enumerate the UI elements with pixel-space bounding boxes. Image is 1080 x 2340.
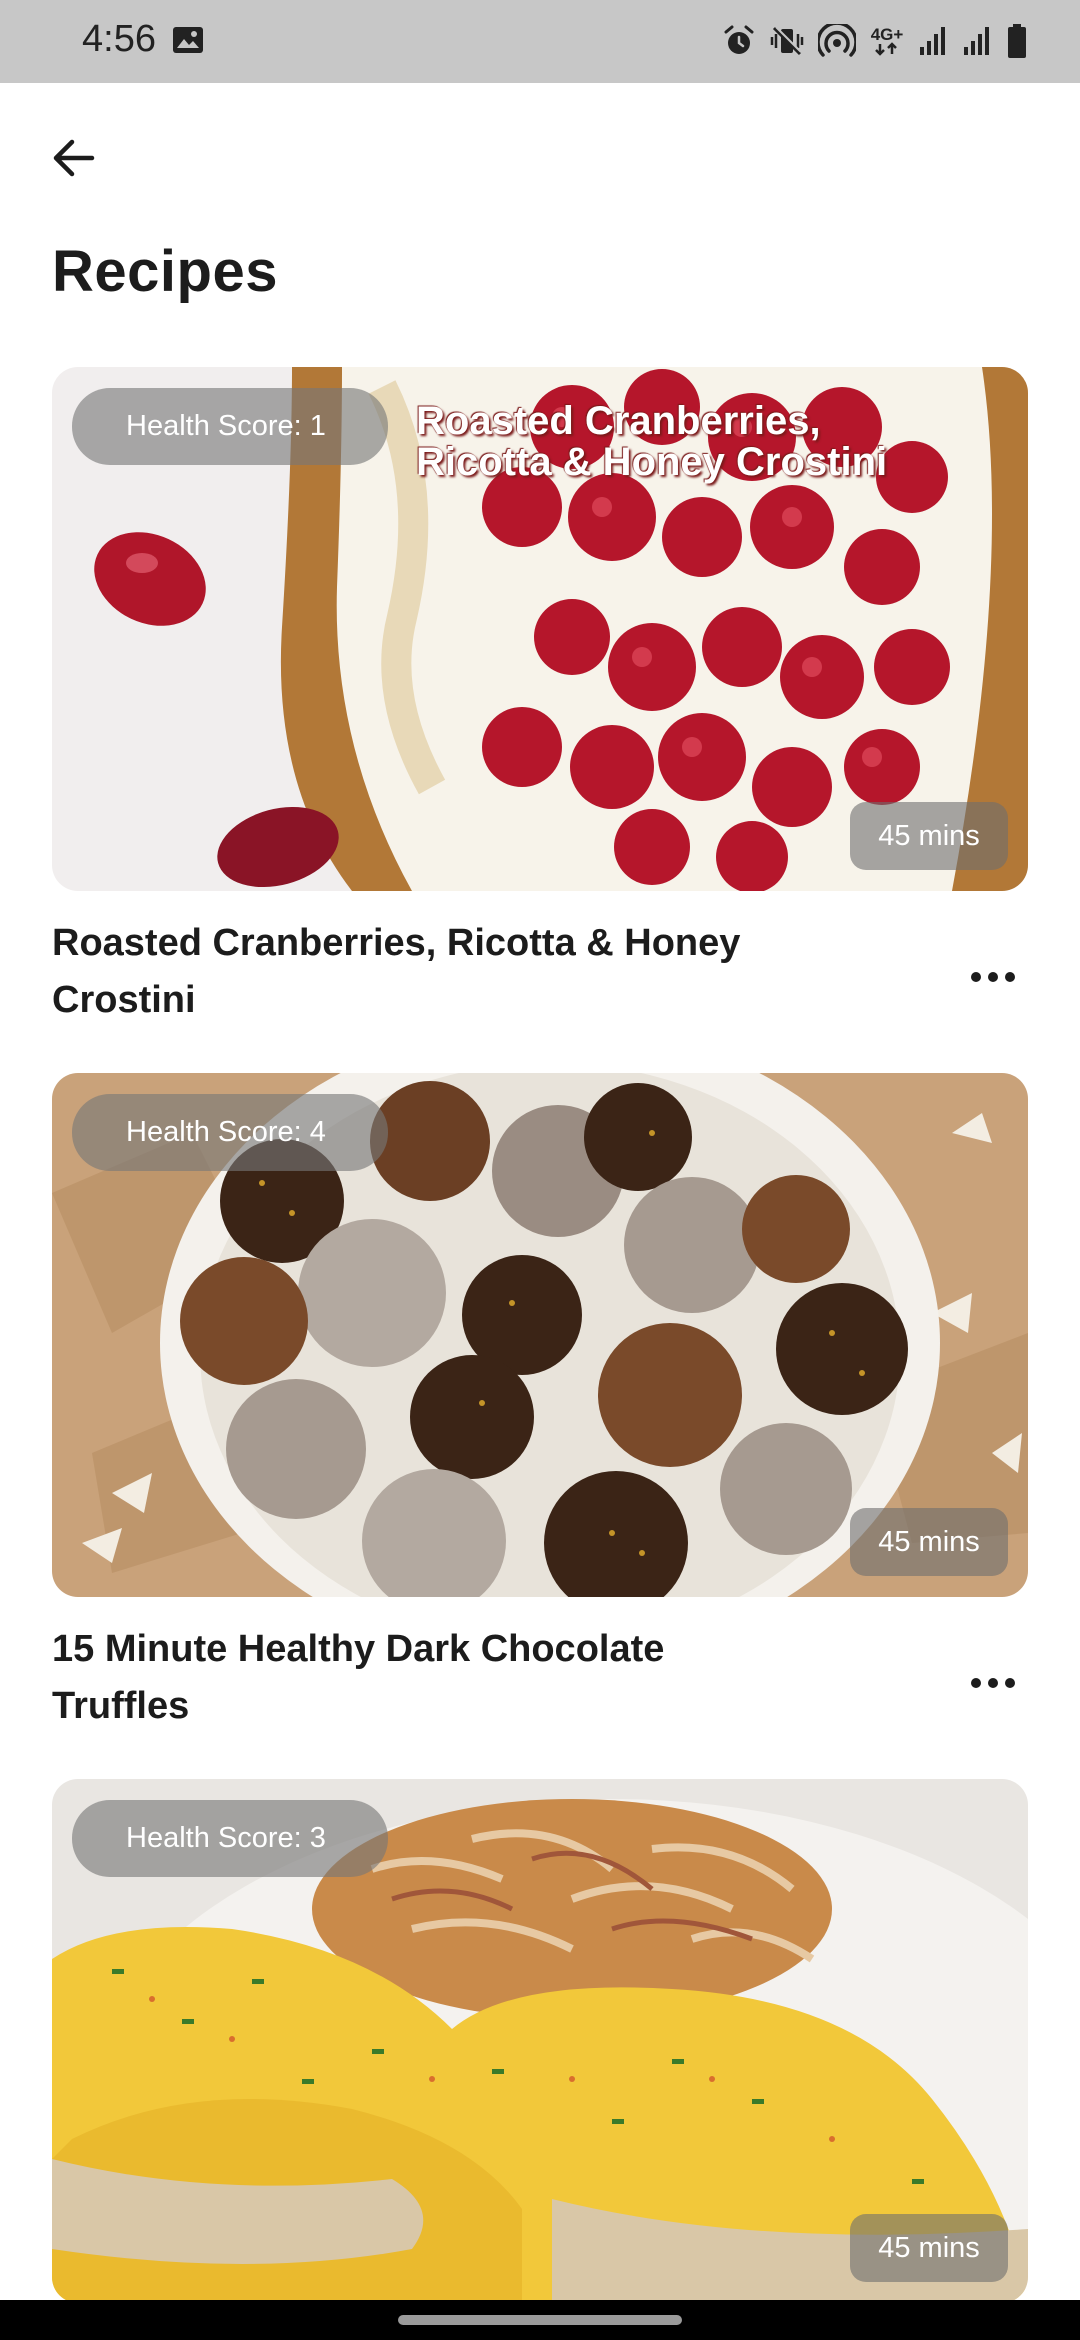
cook-time-badge: 45 mins <box>850 802 1008 870</box>
recipe-card[interactable]: Health Score: 4 45 mins 15 Minute Health… <box>52 1073 1028 1727</box>
back-button[interactable] <box>42 126 106 190</box>
more-options-button[interactable] <box>958 947 1028 1007</box>
health-score-badge: Health Score: 4 <box>72 1094 388 1171</box>
more-horizontal-icon <box>988 972 998 982</box>
image-overlay-text: Roasted Cranberries, Ricotta & Honey Cro… <box>416 399 888 484</box>
battery-icon <box>1006 23 1028 59</box>
status-time: 4:56 <box>82 18 156 60</box>
recipe-card[interactable]: Health Score: 3 45 mins <box>52 1779 1028 2303</box>
home-handle[interactable] <box>398 2315 682 2325</box>
health-score-badge: Health Score: 1 <box>72 388 388 465</box>
recipe-title[interactable]: 15 Minute Healthy Dark Chocolate Truffle… <box>52 1621 772 1735</box>
page-title: Recipes <box>52 239 278 304</box>
status-bar: 4:56 4G+ <box>0 0 1080 83</box>
vibrate-icon <box>770 24 804 58</box>
hotspot-icon <box>818 24 856 58</box>
more-horizontal-icon <box>971 1678 981 1688</box>
cook-time-badge: 45 mins <box>850 2214 1008 2282</box>
network-type-icon: 4G+ <box>870 24 904 56</box>
signal-icon <box>962 25 992 57</box>
recipe-image[interactable]: Health Score: 4 45 mins <box>52 1073 1028 1597</box>
more-horizontal-icon <box>1005 972 1015 982</box>
recipe-image[interactable]: Roasted Cranberries, Ricotta & Honey Cro… <box>52 367 1028 891</box>
gallery-icon <box>172 26 204 54</box>
health-score-badge: Health Score: 3 <box>72 1800 388 1877</box>
recipe-title[interactable]: Roasted Cranberries, Ricotta & Honey Cro… <box>52 915 772 1029</box>
more-horizontal-icon <box>1005 1678 1015 1688</box>
network-label: 4G+ <box>870 24 904 44</box>
cook-time-badge: 45 mins <box>850 1508 1008 1576</box>
recipe-card[interactable]: Roasted Cranberries, Ricotta & Honey Cro… <box>52 367 1028 1021</box>
navigation-bar <box>0 2300 1080 2340</box>
status-icons: 4G+ <box>722 20 1028 62</box>
arrow-left-icon <box>53 139 95 177</box>
more-options-button[interactable] <box>958 1653 1028 1713</box>
more-horizontal-icon <box>971 972 981 982</box>
signal-icon <box>918 25 948 57</box>
recipe-image[interactable]: Health Score: 3 45 mins <box>52 1779 1028 2303</box>
alarm-icon <box>722 24 756 58</box>
more-horizontal-icon <box>988 1678 998 1688</box>
